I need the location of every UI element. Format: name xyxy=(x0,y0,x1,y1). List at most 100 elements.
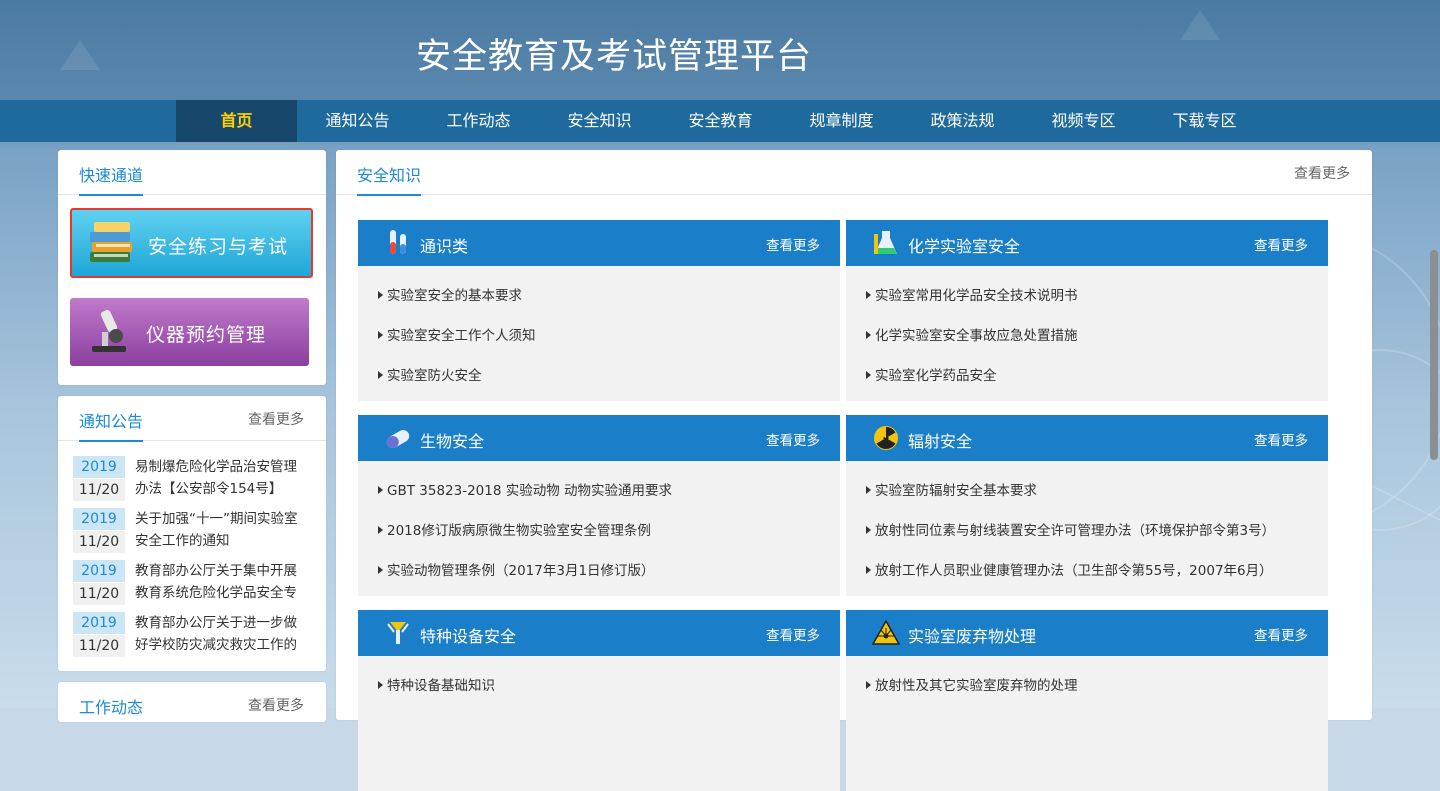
notices-title: 通知公告 xyxy=(79,408,143,442)
safety-knowledge-panel: 安全知识 查看更多 通识类 查看更多 实验室安全的基本要求 实验室安全工作个人须… xyxy=(336,150,1372,720)
category-title: 特种设备安全 xyxy=(420,623,516,647)
article-link[interactable]: 实验室常用化学品安全技术说明书 xyxy=(866,284,1078,304)
article-link[interactable]: 2018修订版病原微生物实验室安全管理条例 xyxy=(378,519,651,539)
category-chemical: 化学实验室安全 查看更多 实验室常用化学品安全技术说明书 化学实验室安全事故应急… xyxy=(846,220,1328,401)
work-news-panel: 工作动态 查看更多 xyxy=(58,682,326,722)
category-title: 实验室废弃物处理 xyxy=(908,623,1036,647)
flask-icon xyxy=(872,228,900,258)
crane-icon xyxy=(384,618,412,648)
notices-panel: 通知公告 查看更多 2019 11/20 易制爆危险化学品治安管理办法【公安部令… xyxy=(58,396,326,671)
arrow-right-icon xyxy=(866,371,871,379)
category-more-link[interactable]: 查看更多 xyxy=(766,234,820,254)
category-general: 通识类 查看更多 实验室安全的基本要求 实验室安全工作个人须知 实验室防火安全 xyxy=(358,220,840,401)
page-scrollbar[interactable] xyxy=(1430,250,1438,460)
safety-knowledge-more-link[interactable]: 查看更多 xyxy=(1294,163,1350,183)
radiation-icon xyxy=(872,423,900,453)
arrow-right-icon xyxy=(866,566,871,574)
arrow-right-icon xyxy=(378,486,383,494)
notices-header: 通知公告 查看更多 xyxy=(58,396,326,441)
notice-item[interactable]: 2019 11/20 易制爆危险化学品治安管理办法【公安部令154号】 xyxy=(73,456,308,502)
notice-item[interactable]: 2019 11/20 关于加强“十一”期间实验室安全工作的通知 xyxy=(73,508,308,554)
notice-title[interactable]: 易制爆危险化学品治安管理办法【公安部令154号】 xyxy=(135,456,307,502)
category-header: 实验室废弃物处理 查看更多 xyxy=(846,610,1328,656)
quick-channel-panel: 快速通道 安全练习与考试 仪器预约管理 xyxy=(58,150,326,385)
main-nav: 首页 通知公告 工作动态 安全知识 安全教育 规章制度 政策法规 视频专区 下载… xyxy=(0,100,1440,142)
arrow-right-icon xyxy=(866,681,871,689)
nav-item-policies[interactable]: 政策法规 xyxy=(902,100,1023,142)
article-link[interactable]: 放射性同位素与射线装置安全许可管理办法（环境保护部令第3号） xyxy=(866,519,1275,539)
article-link[interactable]: 实验室化学药品安全 xyxy=(866,364,997,384)
category-title: 辐射安全 xyxy=(908,428,972,452)
notice-year: 2019 xyxy=(73,612,125,634)
notice-title[interactable]: 关于加强“十一”期间实验室安全工作的通知 xyxy=(135,508,307,554)
article-link[interactable]: 实验室安全的基本要求 xyxy=(378,284,522,304)
article-link[interactable]: 实验室防火安全 xyxy=(378,364,482,384)
work-news-more-link[interactable]: 查看更多 xyxy=(248,695,304,715)
arrow-right-icon xyxy=(866,526,871,534)
notice-title[interactable]: 教育部办公厅关于集中开展教育系统危险化学品安全专项 xyxy=(135,560,307,606)
category-header: 特种设备安全 查看更多 xyxy=(358,610,840,656)
notice-year: 2019 xyxy=(73,560,125,582)
exam-practice-button[interactable]: 安全练习与考试 xyxy=(70,208,313,278)
arrow-right-icon xyxy=(866,291,871,299)
arrow-right-icon xyxy=(378,331,383,339)
article-link[interactable]: 实验室安全工作个人须知 xyxy=(378,324,536,344)
article-link[interactable]: 实验动物管理条例（2017年3月1日修订版） xyxy=(378,559,655,579)
notice-date: 11/20 xyxy=(73,635,125,657)
article-link[interactable]: 放射性及其它实验室废弃物的处理 xyxy=(866,674,1078,694)
safety-knowledge-title: 安全知识 xyxy=(357,162,421,196)
nav-item-home[interactable]: 首页 xyxy=(176,100,297,142)
category-more-link[interactable]: 查看更多 xyxy=(766,624,820,644)
category-lab-waste: 实验室废弃物处理 查看更多 放射性及其它实验室废弃物的处理 xyxy=(846,610,1328,791)
nav-item-safety-knowledge[interactable]: 安全知识 xyxy=(539,100,660,142)
category-header: 通识类 查看更多 xyxy=(358,220,840,266)
category-biosafety: 生物安全 查看更多 GBT 35823-2018 实验动物 动物实验通用要求 2… xyxy=(358,415,840,596)
category-more-link[interactable]: 查看更多 xyxy=(766,429,820,449)
category-more-link[interactable]: 查看更多 xyxy=(1254,234,1308,254)
nav-item-videos[interactable]: 视频专区 xyxy=(1023,100,1144,142)
microscope-icon xyxy=(84,306,136,362)
nav-item-downloads[interactable]: 下载专区 xyxy=(1144,100,1265,142)
arrow-right-icon xyxy=(866,331,871,339)
exam-practice-label: 安全练习与考试 xyxy=(148,232,288,259)
nav-item-work-news[interactable]: 工作动态 xyxy=(418,100,539,142)
arrow-right-icon xyxy=(378,566,383,574)
nav-item-notices[interactable]: 通知公告 xyxy=(297,100,418,142)
arrow-right-icon xyxy=(378,526,383,534)
site-header: 安全教育及考试管理平台 xyxy=(0,0,1440,100)
category-more-link[interactable]: 查看更多 xyxy=(1254,624,1308,644)
article-link[interactable]: GBT 35823-2018 实验动物 动物实验通用要求 xyxy=(378,479,672,499)
article-link[interactable]: 化学实验室安全事故应急处置措施 xyxy=(866,324,1078,344)
quick-channel-header: 快速通道 xyxy=(58,150,326,195)
site-title: 安全教育及考试管理平台 xyxy=(416,28,812,79)
category-header: 化学实验室安全 查看更多 xyxy=(846,220,1328,266)
notice-date: 11/20 xyxy=(73,583,125,605)
category-more-link[interactable]: 查看更多 xyxy=(1254,429,1308,449)
instrument-booking-label: 仪器预约管理 xyxy=(146,320,266,347)
notices-more-link[interactable]: 查看更多 xyxy=(248,409,304,429)
nav-item-safety-education[interactable]: 安全教育 xyxy=(660,100,781,142)
arrow-right-icon xyxy=(866,486,871,494)
work-news-title: 工作动态 xyxy=(79,694,143,726)
nav-item-regulations[interactable]: 规章制度 xyxy=(781,100,902,142)
notice-year: 2019 xyxy=(73,456,125,478)
books-icon xyxy=(86,218,138,274)
notice-item[interactable]: 2019 11/20 教育部办公厅关于进一步做好学校防灾减灾救灾工作的 xyxy=(73,612,308,658)
category-title: 通识类 xyxy=(420,233,468,257)
category-title: 生物安全 xyxy=(420,428,484,452)
category-header: 生物安全 查看更多 xyxy=(358,415,840,461)
category-title: 化学实验室安全 xyxy=(908,233,1020,257)
notice-date: 11/20 xyxy=(73,479,125,501)
category-header: 辐射安全 查看更多 xyxy=(846,415,1328,461)
notice-item[interactable]: 2019 11/20 教育部办公厅关于集中开展教育系统危险化学品安全专项 xyxy=(73,560,308,606)
instrument-booking-button[interactable]: 仪器预约管理 xyxy=(70,298,309,366)
laser-warning-icon xyxy=(872,618,900,648)
notice-title[interactable]: 教育部办公厅关于进一步做好学校防灾减灾救灾工作的 xyxy=(135,612,307,658)
category-special-equipment: 特种设备安全 查看更多 特种设备基础知识 xyxy=(358,610,840,791)
test-tube-icon xyxy=(384,228,412,258)
article-link[interactable]: 实验室防辐射安全基本要求 xyxy=(866,479,1037,499)
arrow-right-icon xyxy=(378,371,383,379)
article-link[interactable]: 特种设备基础知识 xyxy=(378,674,495,694)
article-link[interactable]: 放射工作人员职业健康管理办法（卫生部令第55号，2007年6月） xyxy=(866,559,1273,579)
capsule-icon xyxy=(384,423,412,453)
